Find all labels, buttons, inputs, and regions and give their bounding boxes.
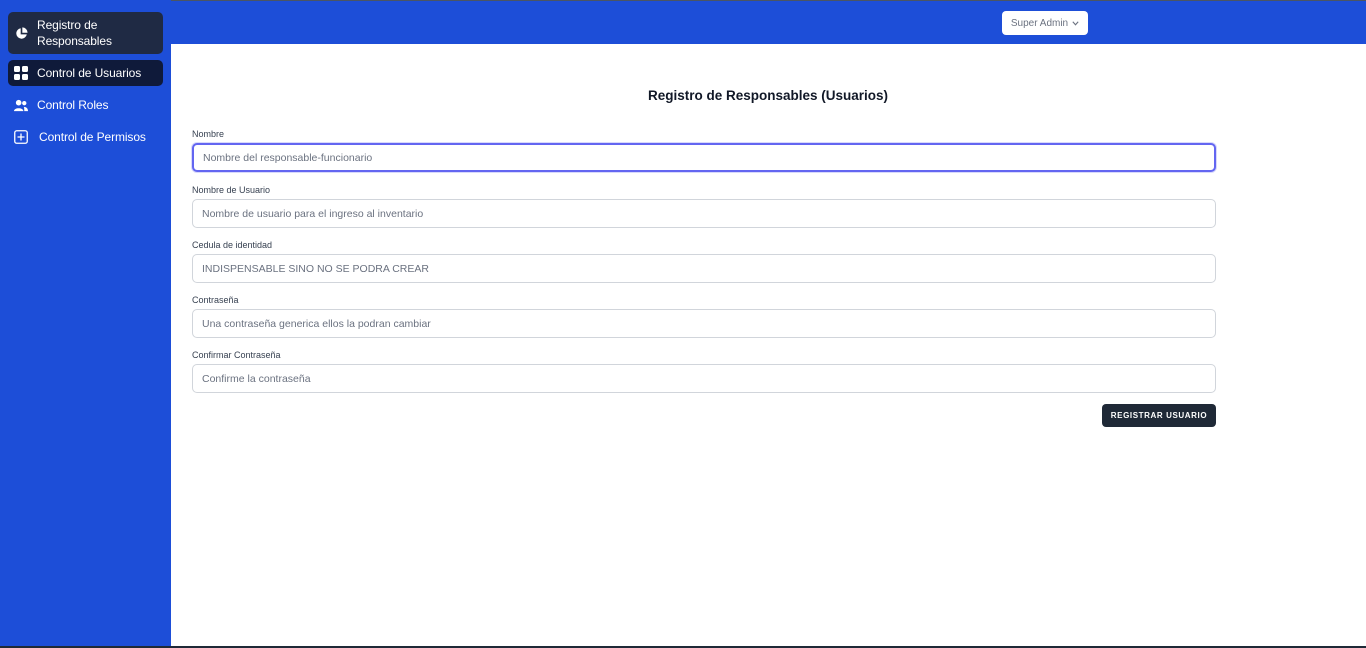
- user-menu-label: Super Admin: [1010, 17, 1069, 29]
- top-bar: Super Admin: [171, 0, 1366, 44]
- nombre-usuario-label: Nombre de Usuario: [192, 185, 271, 195]
- sidebar-item-label: Registro de Responsables: [37, 18, 112, 48]
- cedula-input[interactable]: [192, 254, 1216, 283]
- contrasena-input[interactable]: [192, 309, 1216, 338]
- nombre-input[interactable]: [192, 143, 1216, 172]
- page-title: Registro de Responsables (Usuarios): [647, 88, 889, 103]
- sidebar-item-label: Control de Usuarios: [37, 66, 142, 80]
- sidebar-item-label: Control de Permisos: [39, 130, 146, 144]
- users-icon: [14, 98, 28, 112]
- cedula-label: Cedula de identidad: [192, 240, 273, 250]
- plus-square-icon: [14, 130, 28, 144]
- registrar-usuario-button[interactable]: REGISTRAR USUARIO: [1102, 404, 1216, 427]
- confirmar-contrasena-input[interactable]: [192, 364, 1216, 393]
- sidebar-item-control-permisos[interactable]: Control de Permisos: [8, 124, 163, 150]
- sidebar: Registro de Responsables Control de Usua…: [0, 0, 171, 648]
- sidebar-item-control-roles[interactable]: Control Roles: [8, 92, 163, 118]
- pie-chart-icon: [14, 26, 28, 40]
- grid-icon: [14, 66, 28, 80]
- chevron-down-icon: [1072, 18, 1079, 29]
- nombre-label: Nombre: [192, 129, 225, 139]
- sidebar-item-registro-responsables[interactable]: Registro de Responsables: [8, 12, 163, 54]
- sidebar-item-label: Control Roles: [37, 98, 109, 112]
- main-content: Registro de Responsables (Usuarios) Nomb…: [171, 44, 1366, 648]
- contrasena-label: Contraseña: [192, 295, 239, 305]
- nombre-usuario-input[interactable]: [192, 199, 1216, 228]
- user-menu-button[interactable]: Super Admin: [1002, 11, 1088, 35]
- confirmar-contrasena-label: Confirmar Contraseña: [192, 350, 281, 360]
- sidebar-item-control-usuarios[interactable]: Control de Usuarios: [8, 60, 163, 86]
